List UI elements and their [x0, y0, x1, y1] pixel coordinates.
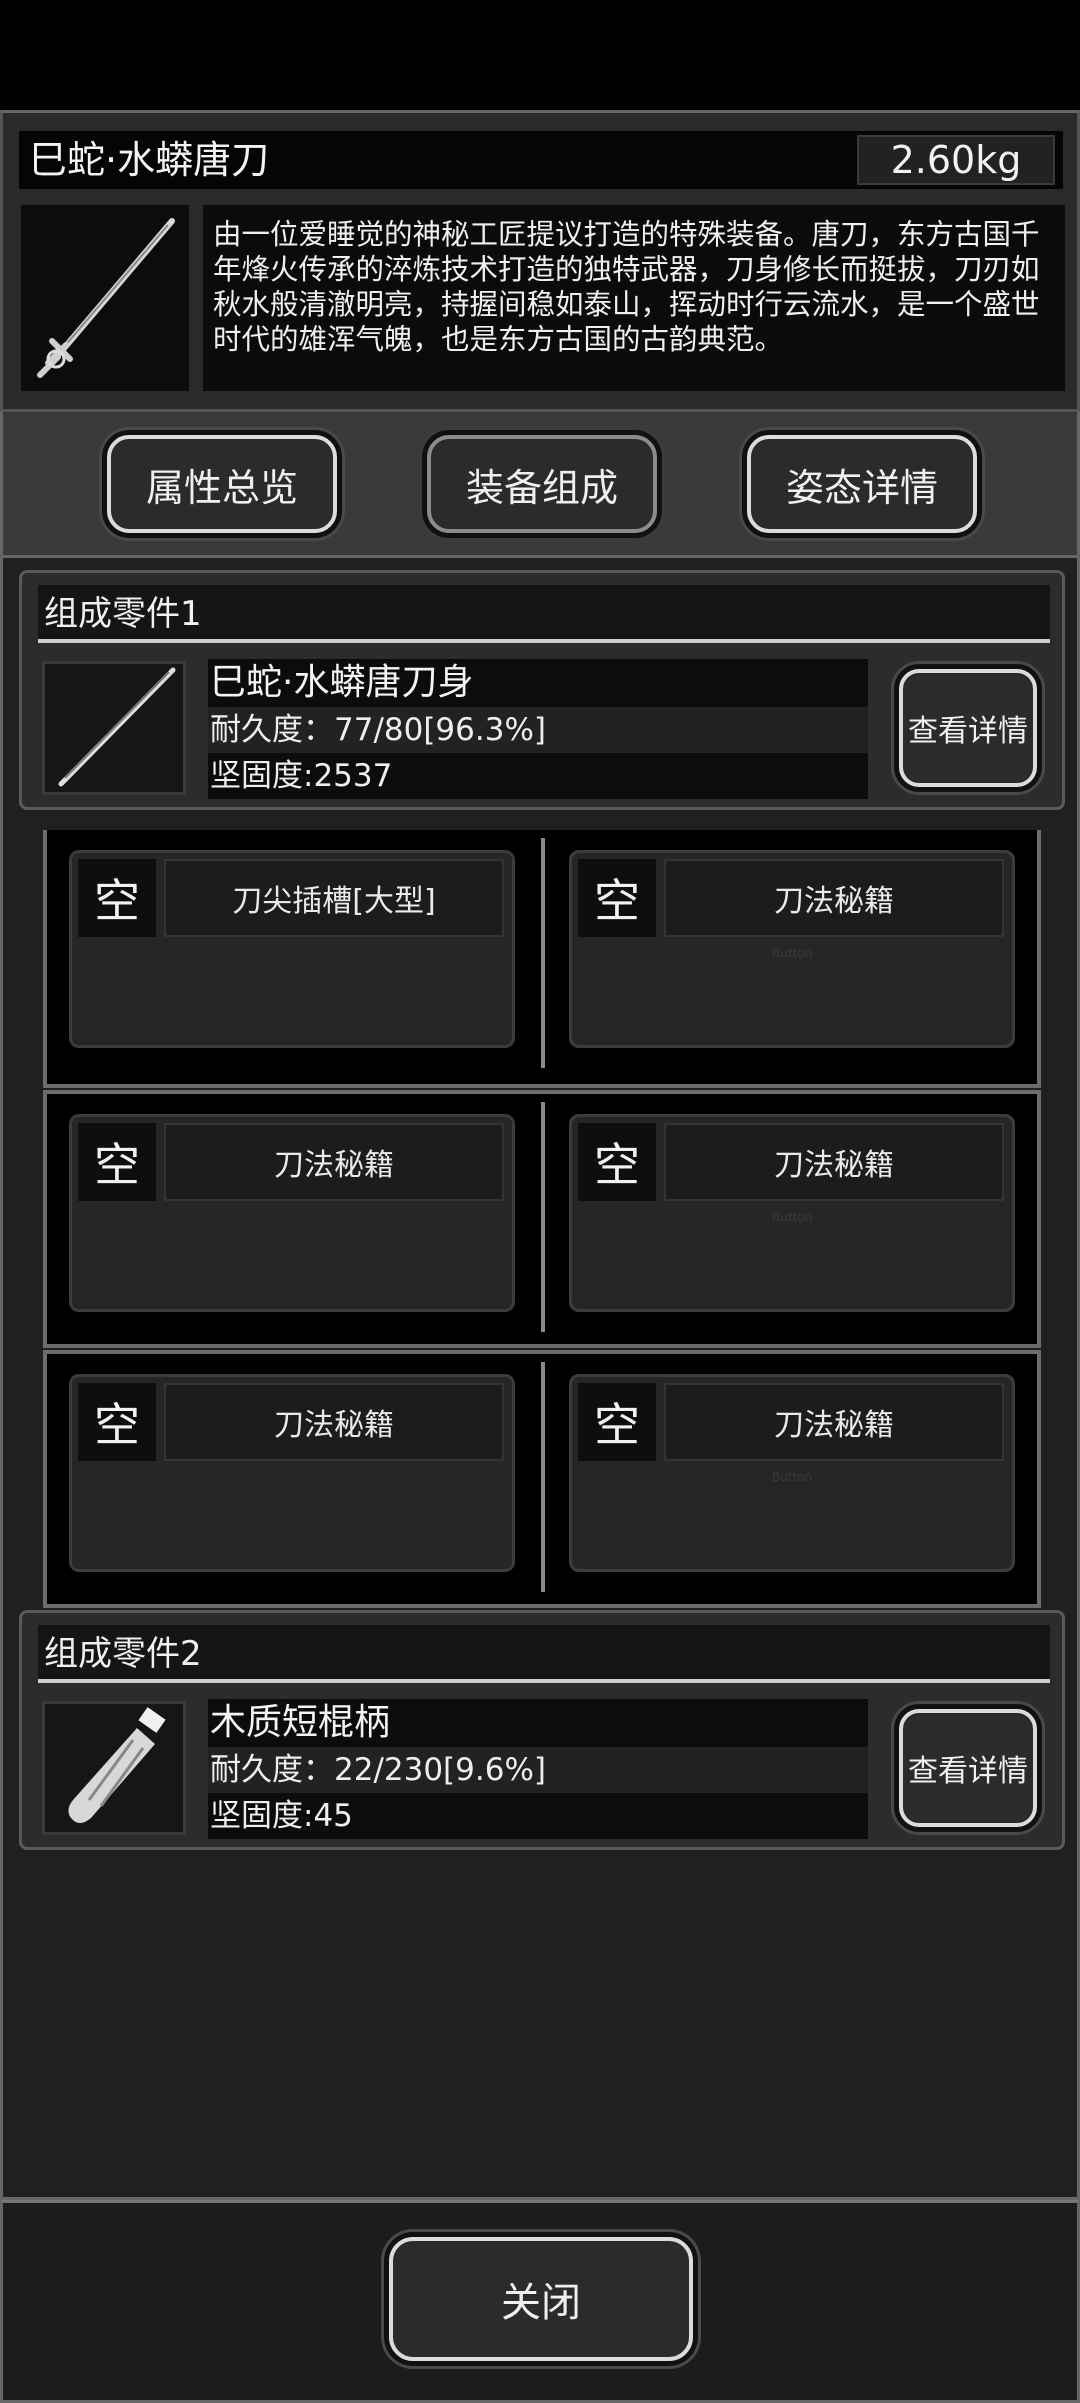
component-durability: 耐久度：77/80[96.3%]: [210, 712, 547, 748]
slot-group-2: 空 刀法秘籍 空 刀法秘籍 Button: [43, 1090, 1041, 1348]
slot-card[interactable]: 空 刀法秘籍 Button: [569, 1374, 1015, 1572]
item-title-bar: 巳蛇·水蟒唐刀 2.60kg: [19, 131, 1063, 189]
item-icon-frame: [21, 205, 189, 391]
component-name-row: 木质短棍柄: [208, 1699, 868, 1747]
tab-bar: 属性总览 装备组成 姿态详情: [0, 412, 1080, 558]
component-hardness: 坚固度:2537: [210, 758, 393, 794]
slot-group-1: 空 刀尖插槽[大型] 空 刀法秘籍 Button: [43, 830, 1041, 1088]
component-hardness-row: 坚固度:2537: [208, 753, 868, 799]
component-header-label: 组成零件1: [44, 594, 202, 634]
slot-empty-indicator: 空: [78, 1123, 156, 1201]
slot-card[interactable]: 空 刀法秘籍: [69, 1114, 515, 1312]
component-icon-frame: [42, 1701, 186, 1835]
component-card-2: 组成零件2 木质短棍柄 耐久度：22/230[9.6%] 坚固度:45 查看详情: [19, 1610, 1065, 1850]
item-weight: 2.60kg: [890, 138, 1022, 182]
slot-label: 刀法秘籍: [164, 1383, 504, 1461]
component-icon-frame: [42, 661, 186, 795]
component-durability-row: 耐久度：22/230[9.6%]: [208, 1747, 868, 1793]
wooden-handle-icon: [68, 1707, 166, 1823]
component-durability: 耐久度：22/230[9.6%]: [210, 1752, 547, 1788]
slot-label: 刀尖插槽[大型]: [164, 859, 504, 937]
slot-divider: [541, 838, 545, 1068]
item-description-box: 由一位爱睡觉的神秘工匠提议打造的特殊装备。唐刀，东方古国千年烽火传承的淬炼技术打…: [203, 205, 1065, 391]
ghost-button-text: Button: [772, 946, 813, 960]
katana-icon: [37, 218, 175, 378]
slot-label: 刀法秘籍: [664, 1383, 1004, 1461]
component-hardness-row: 坚固度:45: [208, 1793, 868, 1839]
component-name: 巳蛇·水蟒唐刀身: [210, 662, 474, 703]
tab-stance-details[interactable]: 姿态详情: [747, 435, 977, 533]
composition-panel: 组成零件1 巳蛇·水蟒唐刀身 耐久度：77/80[96.3%] 坚固度:2537…: [0, 558, 1080, 2200]
tab-equipment-composition[interactable]: 装备组成: [427, 435, 657, 533]
ghost-button-text: Button: [772, 1210, 813, 1224]
tab-attributes-overview[interactable]: 属性总览: [107, 435, 337, 533]
slot-group-3: 空 刀法秘籍 空 刀法秘籍 Button: [43, 1350, 1041, 1608]
slot-label: 刀法秘籍: [664, 859, 1004, 937]
blade-icon: [58, 667, 176, 787]
component-header-2: 组成零件2: [38, 1625, 1050, 1683]
slot-card[interactable]: 空 刀法秘籍 Button: [569, 850, 1015, 1048]
item-description: 由一位爱睡觉的神秘工匠提议打造的特殊装备。唐刀，东方古国千年烽火传承的淬炼技术打…: [213, 218, 1040, 356]
item-info-panel: 巳蛇·水蟒唐刀 2.60kg 由一位爱睡觉的神秘工匠提议打造的特殊装备。唐刀，东…: [0, 110, 1080, 412]
slot-label: 刀法秘籍: [164, 1123, 504, 1201]
component-header-1: 组成零件1: [38, 585, 1050, 643]
slot-divider: [541, 1102, 545, 1332]
slot-empty-indicator: 空: [578, 1123, 656, 1201]
view-details-button-2[interactable]: 查看详情: [899, 1709, 1037, 1827]
close-button[interactable]: 关闭: [389, 2237, 693, 2361]
slot-label: 刀法秘籍: [664, 1123, 1004, 1201]
component-card-1: 组成零件1 巳蛇·水蟒唐刀身 耐久度：77/80[96.3%] 坚固度:2537…: [19, 570, 1065, 810]
component-hardness: 坚固度:45: [210, 1798, 353, 1834]
component-durability-row: 耐久度：77/80[96.3%]: [208, 707, 868, 753]
view-details-button-1[interactable]: 查看详情: [899, 669, 1037, 787]
ghost-button-text: Button: [772, 1470, 813, 1484]
component-name-row: 巳蛇·水蟒唐刀身: [208, 659, 868, 707]
slot-empty-indicator: 空: [78, 859, 156, 937]
slot-card[interactable]: 空 刀法秘籍 Button: [569, 1114, 1015, 1312]
slot-empty-indicator: 空: [578, 1383, 656, 1461]
slot-divider: [541, 1362, 545, 1592]
component-name: 木质短棍柄: [210, 1702, 391, 1743]
item-name: 巳蛇·水蟒唐刀: [29, 138, 270, 182]
item-weight-badge: 2.60kg: [857, 135, 1055, 185]
slot-empty-indicator: 空: [78, 1383, 156, 1461]
bottom-bar: 关闭: [0, 2200, 1080, 2403]
slot-card[interactable]: 空 刀尖插槽[大型]: [69, 850, 515, 1048]
slot-card[interactable]: 空 刀法秘籍: [69, 1374, 515, 1572]
slot-empty-indicator: 空: [578, 859, 656, 937]
component-header-label: 组成零件2: [44, 1634, 202, 1674]
